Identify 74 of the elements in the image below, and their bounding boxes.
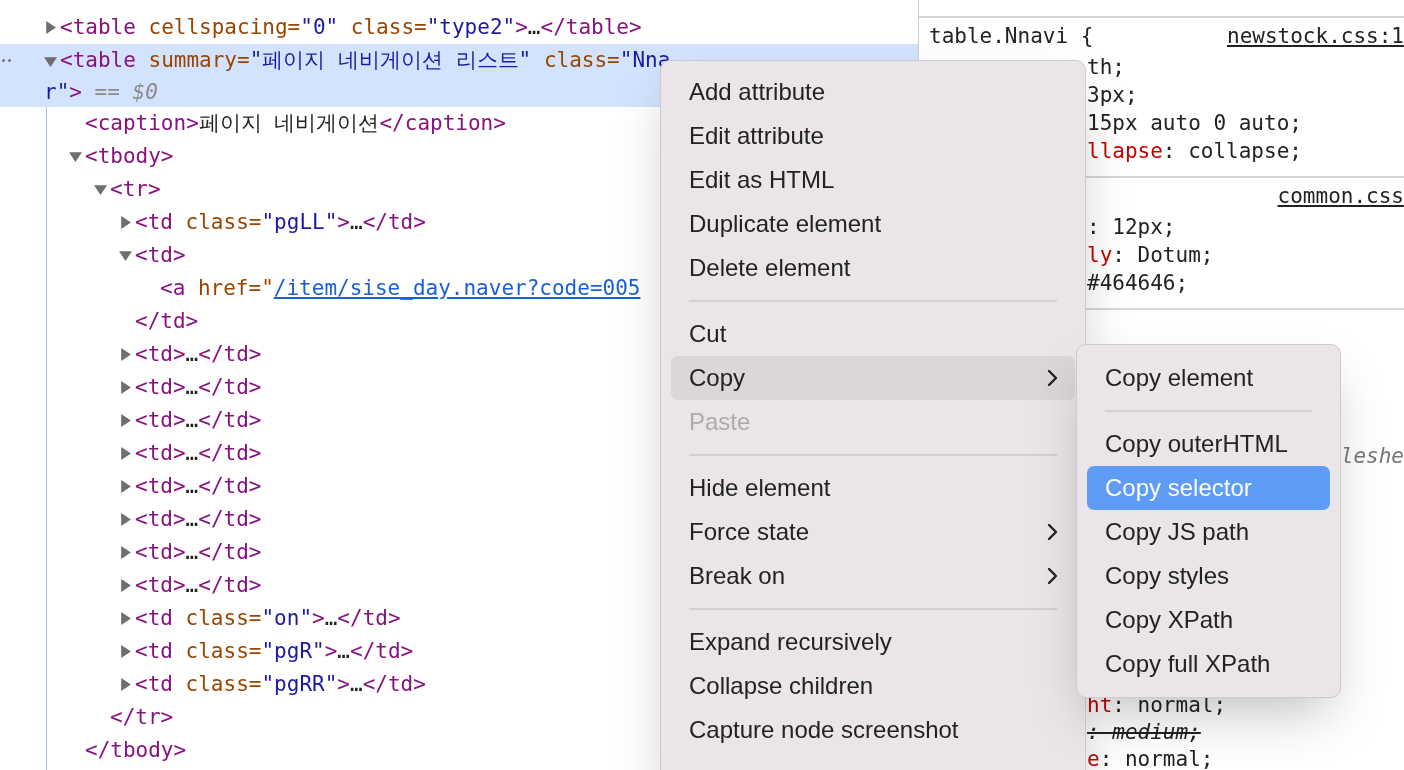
triangle-down-icon[interactable] <box>119 249 132 262</box>
chevron-right-icon <box>1047 523 1059 541</box>
code-line[interactable]: </tbody> <box>85 734 187 767</box>
source-label: leshe <box>1340 443 1404 471</box>
menu-item[interactable]: Copy outerHTML <box>1087 422 1330 466</box>
code-line[interactable]: <a href="/item/sise_day.naver?code=005 <box>160 272 641 305</box>
menu-item[interactable]: Copy element <box>1087 356 1330 400</box>
triangle-right-icon[interactable] <box>119 513 132 526</box>
code-line[interactable]: <td class="pgR">…</td> <box>135 635 414 668</box>
triangle-down-icon[interactable] <box>69 150 82 163</box>
menu-item[interactable]: Cut <box>671 312 1075 356</box>
menu-item[interactable]: Copy <box>671 356 1075 400</box>
code-line[interactable]: <td>…</td> <box>135 371 262 404</box>
menu-item[interactable]: Copy XPath <box>1087 598 1330 642</box>
triangle-right-icon[interactable] <box>119 216 132 229</box>
triangle-down-icon[interactable] <box>44 54 57 68</box>
link[interactable]: /item/sise_day.naver?code=005 <box>273 272 641 305</box>
css-declaration: #464646; <box>1086 270 1190 298</box>
triangle-right-icon[interactable] <box>119 612 132 625</box>
triangle-right-icon[interactable] <box>119 480 132 493</box>
menu-item[interactable]: Copy JS path <box>1087 510 1330 554</box>
triangle-right-icon[interactable] <box>119 447 132 460</box>
menu-item[interactable]: Capture node screenshot <box>671 708 1075 752</box>
chevron-right-icon <box>1047 567 1059 585</box>
code-line[interactable]: </tr> <box>110 701 174 734</box>
code-line[interactable]: <td>…</td> <box>135 470 262 503</box>
triangle-right-icon[interactable] <box>119 546 132 559</box>
more-icon[interactable] <box>2 59 11 62</box>
menu-item[interactable]: Add attribute <box>671 70 1075 114</box>
menu-item[interactable]: Copy styles <box>1087 554 1330 598</box>
triangle-down-icon[interactable] <box>94 183 107 196</box>
triangle-right-icon[interactable] <box>44 21 57 34</box>
triangle-right-icon[interactable] <box>119 414 132 427</box>
chevron-right-icon <box>1047 369 1059 387</box>
css-declaration: 15px auto 0 auto; <box>1086 110 1303 138</box>
menu-item[interactable]: Expand recursively <box>671 620 1075 664</box>
code-line[interactable]: <td>…</td> <box>135 338 262 371</box>
code-line[interactable]: </td> <box>135 305 199 338</box>
menu-item[interactable]: Duplicate element <box>671 202 1075 246</box>
triangle-right-icon[interactable] <box>119 579 132 592</box>
triangle-right-icon[interactable] <box>119 645 132 658</box>
triangle-right-icon[interactable] <box>119 678 132 691</box>
menu-item[interactable]: Force state <box>671 510 1075 554</box>
css-declaration: 3px; <box>1086 82 1139 110</box>
code-line[interactable]: <td class="on">…</td> <box>135 602 401 635</box>
code-line[interactable]: <td> <box>135 239 186 272</box>
css-declaration: llapse: collapse; <box>1086 138 1303 166</box>
code-line[interactable]: <td>…</td> <box>135 437 262 470</box>
css-declaration: : 12px; <box>1086 214 1177 242</box>
css-declaration: e: normal; <box>1086 746 1215 770</box>
code-line[interactable]: <td class="pgLL">…</td> <box>135 206 426 239</box>
css-declaration: ly: Dotum; <box>1086 242 1215 270</box>
code-line[interactable]: <tbody> <box>85 140 174 173</box>
source-link[interactable]: common.css <box>1277 181 1404 213</box>
code-line[interactable]: <td>…</td> <box>135 503 262 536</box>
triangle-right-icon[interactable] <box>119 381 132 394</box>
menu-item[interactable]: Collapse children <box>671 664 1075 708</box>
menu-item[interactable]: Copy full XPath <box>1087 642 1330 686</box>
code-line[interactable]: <td class="pgRR">…</td> <box>135 668 426 701</box>
code-line[interactable]: <td>…</td> <box>135 536 262 569</box>
css-selector: table.Nnavi { <box>929 23 1094 51</box>
menu-item[interactable]: Delete element <box>671 246 1075 290</box>
menu-item[interactable]: Edit as HTML <box>671 158 1075 202</box>
css-declaration: th; <box>1086 54 1126 82</box>
code-line[interactable]: <td>…</td> <box>135 569 262 602</box>
menu-item[interactable]: Break on <box>671 554 1075 598</box>
code-line[interactable]: <table cellspacing="0" class="type2">…</table> <box>60 11 642 44</box>
code-line[interactable]: <caption>페이지 네비게이션</caption> <box>85 107 506 140</box>
code-line[interactable]: <tr> <box>110 173 161 206</box>
menu-item[interactable]: Hide element <box>671 466 1075 510</box>
source-link[interactable]: newstock.css:1 <box>1227 21 1404 53</box>
menu-item[interactable]: Edit attribute <box>671 114 1075 158</box>
code-line[interactable]: <td>…</td> <box>135 404 262 437</box>
triangle-right-icon[interactable] <box>119 348 132 361</box>
